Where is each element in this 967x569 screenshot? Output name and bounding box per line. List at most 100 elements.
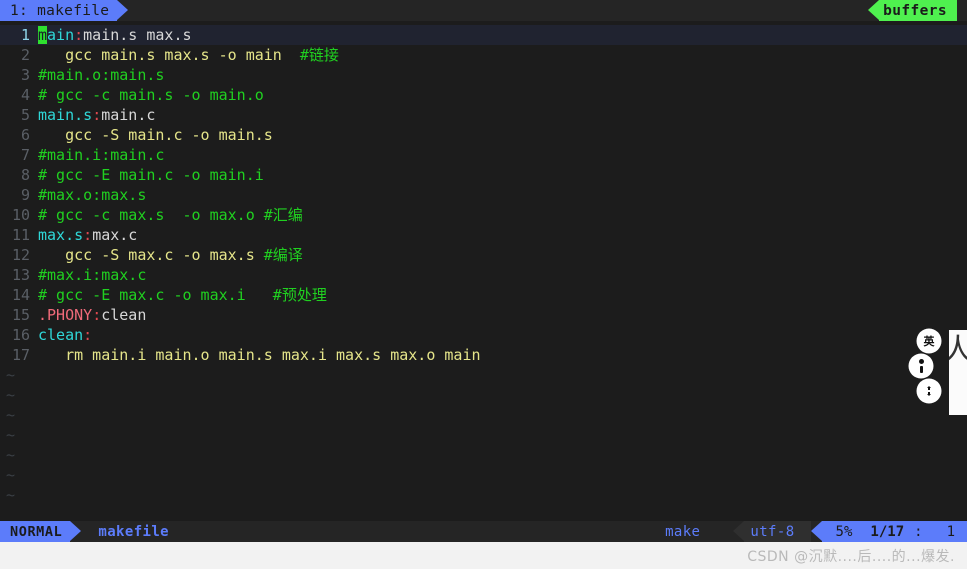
code-token: # gcc -E max.c -o max.i #预处理: [38, 286, 327, 304]
tilde-marker: ~: [6, 466, 16, 484]
edge-figure-glyph: 人: [949, 333, 967, 368]
status-encoding-segment: utf-8: [733, 521, 811, 542]
empty-line-row: ~: [0, 425, 967, 445]
code-token: gcc main.s max.s -o main: [38, 46, 300, 64]
line-content: gcc main.s max.s -o main #链接: [38, 45, 967, 65]
line-content: # gcc -E max.c -o max.i #预处理: [38, 285, 967, 305]
status-mode-badge: NORMAL: [0, 521, 82, 542]
tilde-marker: ~: [6, 366, 16, 384]
code-token: #链接: [299, 46, 339, 64]
code-line[interactable]: 6 gcc -S main.c -o main.s: [0, 125, 967, 145]
line-number: 5: [20, 106, 30, 124]
line-number: 7: [20, 146, 30, 164]
line-content: # gcc -c max.s -o max.o #汇编: [38, 205, 967, 225]
code-token: #编译: [263, 246, 303, 264]
code-line[interactable]: 15 .PHONY:clean: [0, 305, 967, 325]
code-line[interactable]: 7 #main.i:main.c: [0, 145, 967, 165]
code-token: gcc -S max.c -o max.s: [38, 246, 264, 264]
code-line[interactable]: 10 # gcc -c max.s -o max.o #汇编: [0, 205, 967, 225]
line-number: 16: [11, 326, 30, 344]
line-number: 15: [11, 306, 30, 324]
code-line[interactable]: 2 gcc main.s max.s -o main #链接: [0, 45, 967, 65]
code-token: # gcc -E main.c -o main.i: [38, 166, 264, 184]
code-line[interactable]: 16 clean:: [0, 325, 967, 345]
line-number: 14: [11, 286, 30, 304]
line-number: 4: [20, 86, 30, 104]
code-line[interactable]: 5 main.s:main.c: [0, 105, 967, 125]
code-token: clean: [101, 306, 147, 324]
code-token: ain: [47, 26, 75, 44]
code-token: #main.i:main.c: [38, 146, 165, 164]
line-content: rm main.i main.o main.s max.i max.s max.…: [38, 345, 967, 365]
empty-line-row: ~: [0, 465, 967, 485]
code-token: # gcc -c main.s -o main.o: [38, 86, 264, 104]
code-line[interactable]: 11 max.s:max.c: [0, 225, 967, 245]
line-content: # gcc -E main.c -o main.i: [38, 165, 967, 185]
code-line[interactable]: 17 rm main.i main.o main.s max.i max.s m…: [0, 345, 967, 365]
status-encoding-label: utf-8: [750, 523, 795, 540]
code-token: #main.o:main.s: [38, 66, 165, 84]
status-scroll-percent: 5%: [835, 523, 853, 540]
code-line[interactable]: 3 #main.o:main.s: [0, 65, 967, 85]
line-number: 6: [20, 126, 30, 144]
tab-label: 1: makefile: [10, 2, 110, 19]
status-filetype: make: [665, 523, 701, 540]
line-number: 2: [20, 46, 30, 64]
status-line-position: 1/17: [870, 523, 905, 540]
buffers-indicator[interactable]: buffers: [868, 0, 957, 21]
code-line[interactable]: 14 # gcc -E max.c -o max.i #预处理: [0, 285, 967, 305]
code-token: #max.o:max.s: [38, 186, 147, 204]
empty-line-row: ~: [0, 405, 967, 425]
ime-language-icon[interactable]: 英: [918, 330, 940, 352]
code-line[interactable]: 9 #max.o:max.s: [0, 185, 967, 205]
tabline: 1: makefile buffers: [0, 0, 967, 21]
code-lines: 1 main:main.s max.s 2 gcc main.s max.s -o …: [0, 25, 967, 365]
tab-makefile[interactable]: 1: makefile: [0, 0, 129, 21]
ime-info-icon[interactable]: [910, 355, 932, 377]
code-token: main.s max.s: [83, 26, 192, 44]
watermark: CSDN @沉默....后....的...爆发.: [747, 549, 955, 565]
editor-area[interactable]: 1 main:main.s max.s 2 gcc main.s max.s -o …: [0, 21, 967, 521]
empty-line-row: ~: [0, 445, 967, 465]
tilde-marker: ~: [6, 386, 16, 404]
ime-floating-widget[interactable]: 英: [910, 330, 940, 402]
line-number: 9: [20, 186, 30, 204]
code-line[interactable]: 1 main:main.s max.s: [0, 25, 967, 45]
ime-info-glyph: [918, 359, 924, 373]
line-content: main:main.s max.s: [38, 25, 967, 45]
code-token: main.s: [38, 106, 93, 124]
line-content: #main.o:main.s: [38, 65, 967, 85]
line-number: 17: [11, 346, 30, 364]
code-token: #max.i:max.c: [38, 266, 147, 284]
line-number: 1: [20, 26, 30, 44]
code-token: clean: [38, 326, 84, 344]
code-token: :: [74, 26, 84, 44]
status-separator: :: [914, 523, 923, 540]
code-line[interactable]: 4 # gcc -c main.s -o main.o: [0, 85, 967, 105]
line-content: gcc -S main.c -o main.s: [38, 125, 967, 145]
empty-line-markers: ~ ~ ~ ~ ~ ~ ~: [0, 365, 967, 505]
line-content: clean:: [38, 325, 967, 345]
code-line[interactable]: 13 #max.i:max.c: [0, 265, 967, 285]
line-content: main.s:main.c: [38, 105, 967, 125]
status-column: 1: [946, 523, 955, 540]
code-token: gcc -S main.c -o main.s: [38, 126, 273, 144]
line-number: 10: [11, 206, 30, 224]
line-content: max.s:max.c: [38, 225, 967, 245]
ime-settings-glyph: [927, 386, 931, 396]
status-position-segment: 5% 1/17 : 1: [810, 521, 967, 542]
screen-edge-overlay: 人: [949, 330, 967, 415]
code-token: # gcc -c max.s -o max.o #汇编: [38, 206, 303, 224]
tilde-marker: ~: [6, 426, 16, 444]
line-content: # gcc -c main.s -o main.o: [38, 85, 967, 105]
code-line[interactable]: 12 gcc -S max.c -o max.s #编译: [0, 245, 967, 265]
tilde-marker: ~: [6, 406, 16, 424]
code-token: :: [92, 306, 102, 324]
empty-line-row: ~: [0, 485, 967, 505]
ime-language-label: 英: [923, 335, 935, 348]
code-line[interactable]: 8 # gcc -E main.c -o main.i: [0, 165, 967, 185]
ime-settings-icon[interactable]: [918, 380, 940, 402]
line-content: .PHONY:clean: [38, 305, 967, 325]
line-content: gcc -S max.c -o max.s #编译: [38, 245, 967, 265]
tilde-marker: ~: [6, 486, 16, 504]
